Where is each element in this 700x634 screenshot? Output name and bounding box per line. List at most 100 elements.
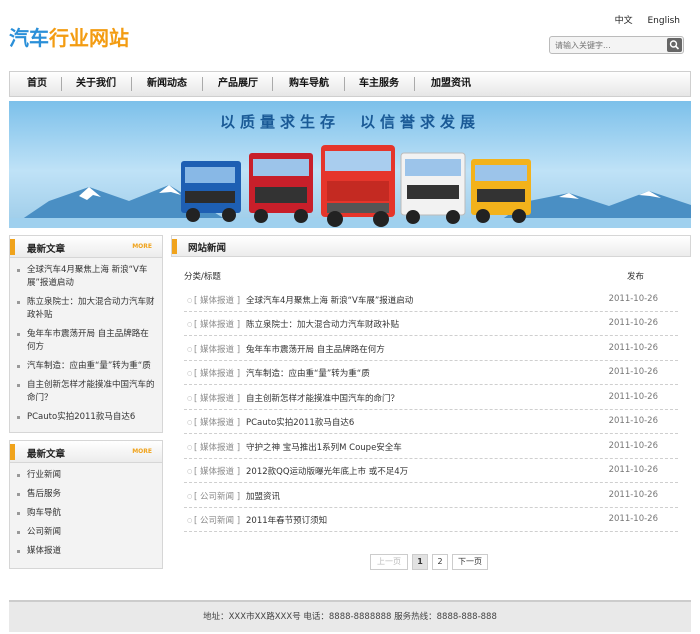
nav-item-franchise[interactable]: 加盟资讯 — [420, 72, 482, 96]
nav-separator — [131, 77, 132, 91]
table-row[interactable]: ○ [ 媒体报道 ] 陈立泉院士：加大混合动力汽车财政补贴 2011-10-26 — [184, 312, 678, 336]
next-page-button[interactable]: 下一页 — [452, 554, 488, 570]
table-row[interactable]: ○ [ 媒体报道 ] 自主创新怎样才能摸准中国汽车的命门？ 2011-10-26 — [184, 386, 678, 410]
row-title[interactable]: 自主创新怎样才能摸准中国汽车的命门？ — [246, 392, 399, 404]
bullet-icon: ○ — [187, 493, 193, 500]
more-link[interactable]: MORE — [132, 243, 152, 250]
row-category[interactable]: [ 媒体报道 ] — [194, 294, 240, 306]
row-category[interactable]: [ 公司新闻 ] — [194, 490, 240, 502]
row-title[interactable]: 2011年春节预订须知 — [246, 514, 327, 526]
bullet-icon: ○ — [187, 444, 193, 451]
bullet-icon: ○ — [187, 321, 193, 328]
bullet-icon: ○ — [187, 370, 193, 377]
row-category[interactable]: [ 媒体报道 ] — [194, 392, 240, 404]
nav-separator — [61, 77, 62, 91]
lang-chinese-link[interactable]: 中文 — [615, 16, 633, 26]
row-title[interactable]: PCauto实拍2011款马自达6 — [246, 416, 354, 428]
table-row[interactable]: ○ [ 媒体报道 ] 守护之神 宝马推出1系列M Coupe安全车 2011-1… — [184, 435, 678, 459]
section-title: 网站新闻 — [188, 243, 227, 254]
list-item[interactable]: 媒体报道 — [16, 545, 156, 558]
nav-item-buying-guide[interactable]: 购车导航 — [278, 72, 340, 96]
table-row[interactable]: ○ [ 媒体报道 ] 全球汽车4月聚焦上海 新浪“V车展”报道启动 2011-1… — [184, 288, 678, 312]
row-title[interactable]: 兔年车市震荡开局 自主品牌路在何方 — [246, 343, 385, 355]
table-row[interactable]: ○ [ 公司新闻 ] 2011年春节预订须知 2011-10-26 — [184, 508, 678, 532]
row-date: 2011-10-26 — [608, 392, 658, 402]
list-item[interactable]: 兔年车市震荡开局 自主品牌路在何方 — [16, 328, 156, 354]
nav-item-news[interactable]: 新闻动态 — [136, 72, 198, 96]
row-date: 2011-10-26 — [608, 490, 658, 500]
bullet-icon: ○ — [187, 395, 193, 402]
list-item[interactable]: 公司新闻 — [16, 526, 156, 539]
prev-page-button[interactable]: 上一页 — [370, 554, 408, 570]
site-logo[interactable]: 汽车行业网站 — [9, 22, 129, 51]
nav-separator — [344, 77, 345, 91]
sidebar-box-title: 最新文章 — [27, 449, 66, 460]
nav-separator — [202, 77, 203, 91]
row-title[interactable]: 守护之神 宝马推出1系列M Coupe安全车 — [246, 441, 402, 453]
row-title[interactable]: 汽车制造：应由重“量”转为重“质 — [246, 367, 370, 379]
nav-item-home[interactable]: 首页 — [14, 72, 60, 96]
row-title[interactable]: 加盟资讯 — [246, 490, 280, 502]
table-row[interactable]: ○ [ 媒体报道 ] 兔年车市震荡开局 自主品牌路在何方 2011-10-26 — [184, 337, 678, 361]
language-switcher: 中文 English — [603, 13, 680, 26]
row-date: 2011-10-26 — [608, 441, 658, 451]
list-item[interactable]: 全球汽车4月聚焦上海 新浪“V车展”报道启动 — [16, 264, 156, 290]
sidebar-categories: 最新文章 MORE 行业新闻 售后服务 购车导航 公司新闻 媒体报道 — [9, 440, 163, 569]
sidebar-latest-articles: 最新文章 MORE 全球汽车4月聚焦上海 新浪“V车展”报道启动 陈立泉院士：加… — [9, 235, 163, 433]
lang-english-link[interactable]: English — [648, 16, 681, 26]
row-category[interactable]: [ 媒体报道 ] — [194, 465, 240, 477]
nav-separator — [414, 77, 415, 91]
search-button[interactable] — [667, 38, 682, 52]
search-icon — [669, 40, 680, 50]
row-category[interactable]: [ 媒体报道 ] — [194, 441, 240, 453]
logo-part2: 行业网站 — [49, 26, 129, 50]
row-category[interactable]: [ 媒体报道 ] — [194, 367, 240, 379]
nav-item-owner-service[interactable]: 车主服务 — [348, 72, 410, 96]
row-category[interactable]: [ 公司新闻 ] — [194, 514, 240, 526]
list-item[interactable]: PCauto实拍2011款马自达6 — [16, 411, 156, 424]
table-row[interactable]: ○ [ 媒体报道 ] 2012款QQ运动版曝光年底上市 或不足4万 2011-1… — [184, 459, 678, 483]
more-link[interactable]: MORE — [132, 448, 152, 455]
row-date: 2011-10-26 — [608, 343, 658, 353]
row-date: 2011-10-26 — [608, 294, 658, 304]
table-row[interactable]: ○ [ 公司新闻 ] 加盟资讯 2011-10-26 — [184, 484, 678, 508]
sidebar-box-header: 最新文章 MORE — [10, 441, 162, 463]
row-category[interactable]: [ 媒体报道 ] — [194, 318, 240, 330]
bullet-icon: ○ — [187, 297, 193, 304]
list-item[interactable]: 陈立泉院士：加大混合动力汽车财政补贴 — [16, 296, 156, 322]
category-list: 行业新闻 售后服务 购车导航 公司新闻 媒体报道 — [10, 463, 162, 558]
site-footer: 地址：XXX市XX路XXX号 电话：8888-8888888 服务热线：8888… — [9, 600, 691, 632]
page-2-button[interactable]: 2 — [432, 554, 448, 570]
row-date: 2011-10-26 — [608, 416, 658, 426]
list-item[interactable]: 汽车制造：应由重“量”转为重“质 — [16, 360, 156, 373]
main-section-header: 网站新闻 — [171, 235, 691, 257]
list-item[interactable]: 行业新闻 — [16, 469, 156, 482]
page-1-button[interactable]: 1 — [412, 554, 428, 570]
bullet-icon: ○ — [187, 468, 193, 475]
row-category[interactable]: [ 媒体报道 ] — [194, 343, 240, 355]
news-table-header: 分类/标题 发布 — [184, 270, 678, 284]
search-box — [549, 36, 684, 54]
footer-contact-text: 地址：XXX市XX路XXX号 电话：8888-8888888 服务热线：8888… — [203, 612, 497, 622]
row-title[interactable]: 陈立泉院士：加大混合动力汽车财政补贴 — [246, 318, 399, 330]
table-row[interactable]: ○ [ 媒体报道 ] 汽车制造：应由重“量”转为重“质 2011-10-26 — [184, 361, 678, 385]
nav-separator — [272, 77, 273, 91]
accent-bar — [10, 239, 15, 255]
row-category[interactable]: [ 媒体报道 ] — [194, 416, 240, 428]
accent-bar — [10, 444, 15, 460]
list-item[interactable]: 售后服务 — [16, 488, 156, 501]
search-input[interactable] — [552, 38, 666, 52]
list-item[interactable]: 购车导航 — [16, 507, 156, 520]
row-date: 2011-10-26 — [608, 318, 658, 328]
list-item[interactable]: 自主创新怎样才能摸准中国汽车的命门？ — [16, 379, 156, 405]
row-title[interactable]: 全球汽车4月聚焦上海 新浪“V车展”报道启动 — [246, 294, 413, 306]
column-header-title: 分类/标题 — [184, 272, 221, 282]
sidebar-box-header: 最新文章 MORE — [10, 236, 162, 258]
column-header-date: 发布 — [626, 272, 644, 282]
row-title[interactable]: 2012款QQ运动版曝光年底上市 或不足4万 — [246, 465, 408, 477]
nav-item-products[interactable]: 产品展厅 — [208, 72, 268, 96]
sidebar-box-title: 最新文章 — [27, 244, 66, 255]
row-date: 2011-10-26 — [608, 514, 658, 524]
nav-item-about[interactable]: 关于我们 — [66, 72, 126, 96]
table-row[interactable]: ○ [ 媒体报道 ] PCauto实拍2011款马自达6 2011-10-26 — [184, 410, 678, 434]
